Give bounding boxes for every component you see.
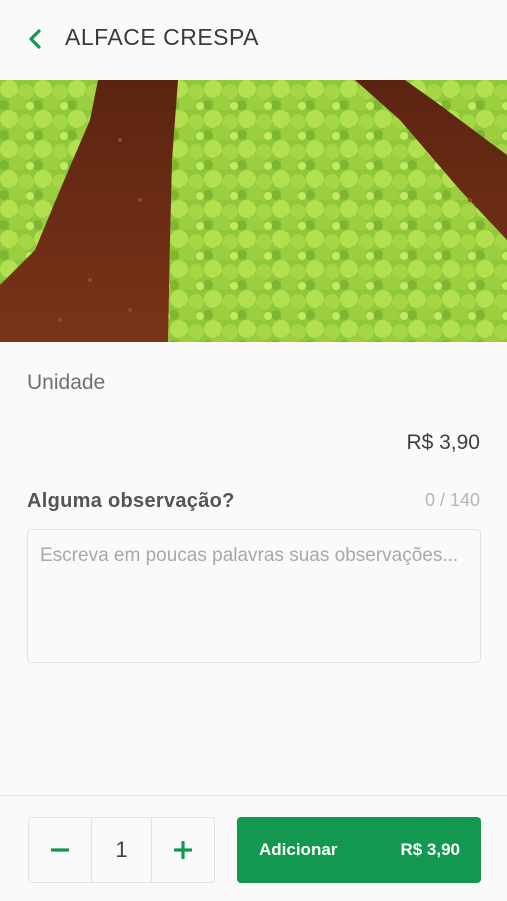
product-image <box>0 80 507 342</box>
plus-icon <box>174 841 192 859</box>
back-button[interactable] <box>20 22 50 56</box>
product-unit: Unidade <box>27 371 106 394</box>
quantity-value: 1 <box>91 818 152 882</box>
bottom-bar: 1 Adicionar R$ 3,90 <box>0 795 507 901</box>
lettuce-field-picture <box>0 80 507 342</box>
add-button-label: Adicionar <box>259 840 338 859</box>
decrease-button[interactable] <box>29 818 91 882</box>
add-to-cart-button[interactable]: Adicionar R$ 3,90 <box>237 817 481 883</box>
observation-label: Alguma observação? <box>27 490 235 512</box>
minus-icon <box>51 848 69 852</box>
add-button-price: R$ 3,90 <box>400 840 460 859</box>
page-title: ALFACE CRESPA <box>65 24 259 50</box>
character-counter: 0 / 140 <box>424 490 480 510</box>
product-price: R$ 3,90 <box>406 431 480 454</box>
app-header: ALFACE CRESPA <box>0 0 507 80</box>
observation-field[interactable] <box>27 529 481 663</box>
increase-button[interactable] <box>152 818 214 882</box>
quantity-stepper: 1 <box>28 817 215 883</box>
chevron-left-icon <box>29 29 41 49</box>
